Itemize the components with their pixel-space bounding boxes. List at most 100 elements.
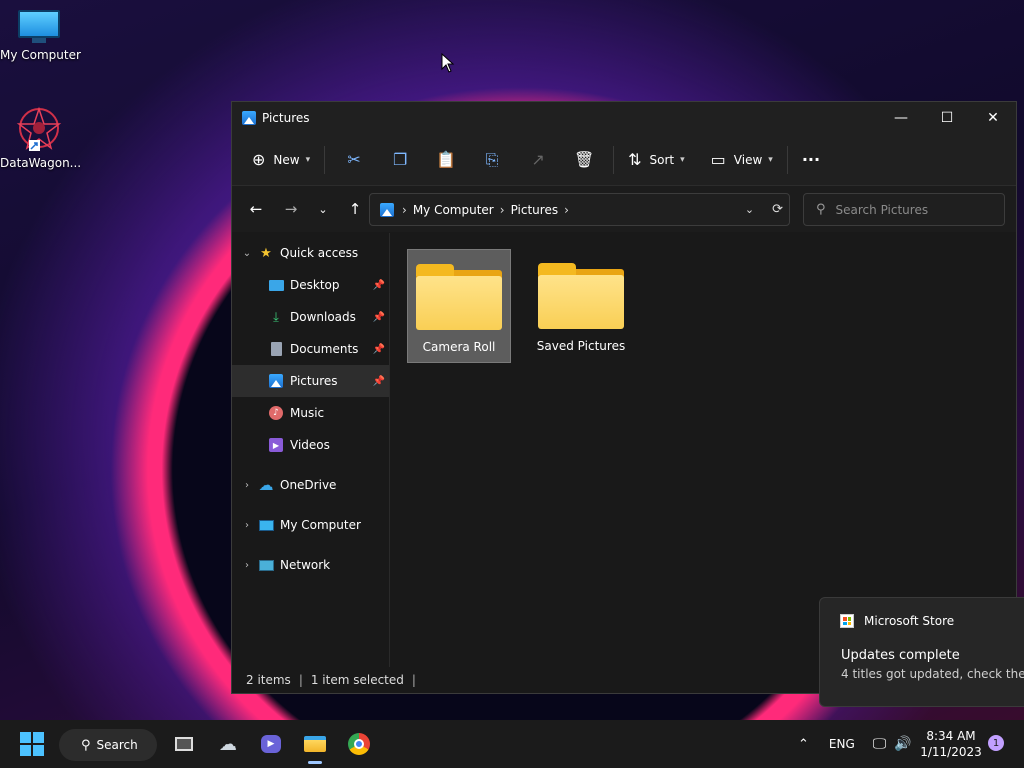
chevron-right-icon[interactable]: › [238, 520, 256, 531]
breadcrumb-pictures[interactable]: Pictures [511, 203, 559, 217]
maximize-button[interactable]: ☐ [924, 102, 970, 134]
chrome-taskbar-button[interactable] [343, 728, 375, 760]
pin-icon: 📌 [372, 375, 385, 387]
copy-button[interactable]: ❐ [377, 144, 423, 176]
sidebar-item-videos[interactable]: ▶ Videos [232, 429, 389, 461]
file-explorer-taskbar-button[interactable] [299, 728, 331, 764]
sidebar-item-quick-access[interactable]: ⌄ ★ Quick access [232, 237, 389, 269]
breadcrumb-separator: › [499, 202, 505, 217]
breadcrumb-separator: › [564, 202, 569, 217]
chevron-right-icon[interactable]: › [238, 560, 256, 571]
sidebar-item-desktop[interactable]: Desktop 📌 [232, 269, 389, 301]
sidebar-item-label: Desktop [290, 278, 340, 292]
folder-icon [304, 736, 326, 752]
window-title: Pictures [262, 111, 310, 125]
chevron-right-icon[interactable]: › [238, 480, 256, 491]
language-indicator[interactable]: ENG [829, 737, 855, 751]
taskbar-search-label: Search [96, 738, 138, 752]
toast-body: 4 titles got updated, check the [841, 667, 1024, 681]
paste-button[interactable]: 📋 [423, 144, 469, 176]
address-history-chevron-icon[interactable]: ⌄ [745, 203, 754, 216]
command-bar: ⊕ New ▾ ✂ ❐ 📋 ⎘ ↗ 🗑 ⇅ Sort ▾ ▭ View ▾ ··… [232, 134, 1016, 186]
new-label: New [273, 152, 300, 167]
pin-icon: 📌 [372, 343, 385, 355]
sidebar-item-label: Videos [290, 438, 330, 452]
rename-icon: ⎘ [485, 149, 499, 169]
star-icon: ★ [260, 245, 272, 261]
chevron-down-icon: ⌄ [318, 202, 328, 216]
navigation-bar: ← → ⌄ ↑ › My Computer › Pictures › ⌄ ⟳ ⚲… [232, 186, 1016, 232]
view-button[interactable]: ▭ View ▾ [703, 144, 781, 176]
chevron-down-icon: ▾ [768, 154, 773, 165]
title-bar[interactable]: Pictures — ☐ ✕ [232, 102, 1016, 134]
search-input[interactable]: ⚲ Search Pictures [803, 193, 1005, 226]
sidebar-item-documents[interactable]: Documents 📌 [232, 333, 389, 365]
sidebar-item-onedrive[interactable]: › ☁ OneDrive [232, 469, 389, 501]
clock[interactable]: 8:34 AM 1/11/2023 [916, 728, 986, 760]
new-button[interactable]: ⊕ New ▾ [244, 144, 318, 176]
sidebar-item-label: Documents [290, 342, 359, 356]
back-button[interactable]: ← [240, 193, 272, 225]
sort-button[interactable]: ⇅ Sort ▾ [620, 144, 693, 176]
toolbar-divider [324, 145, 326, 174]
volume-icon[interactable]: 🔊 [894, 736, 911, 752]
sidebar-item-pictures[interactable]: Pictures 📌 [232, 365, 389, 397]
chevron-down-icon[interactable]: ⌄ [238, 248, 256, 259]
close-button[interactable]: ✕ [970, 102, 1016, 134]
sidebar-item-label: Network [280, 558, 331, 572]
taskbar: ⚲ Search ☁ ▶ ⌃ ENG 🖵 🔊 8:34 AM 1/11/2023 [0, 720, 1024, 768]
desktop-icon-datawagon[interactable]: DataWagon... [0, 106, 82, 170]
arrow-up-icon: ↑ [348, 200, 362, 218]
pictures-icon [242, 111, 256, 125]
sidebar-item-my-computer[interactable]: › My Computer [232, 509, 389, 541]
refresh-icon[interactable]: ⟳ [772, 202, 783, 217]
folder-icon [538, 263, 624, 329]
desktop-icon-label: DataWagon... [0, 156, 82, 170]
datawagon-icon [16, 106, 62, 151]
folder-item-saved-pictures[interactable]: Saved Pictures [529, 249, 633, 363]
widgets-button[interactable]: ☁ [212, 728, 244, 760]
share-button[interactable]: ↗ [515, 144, 561, 176]
sidebar-item-downloads[interactable]: ⤓ Downloads 📌 [232, 301, 389, 333]
taskbar-search-button[interactable]: ⚲ Search [59, 729, 157, 761]
more-options-button[interactable]: ··· [794, 144, 828, 176]
search-icon: ⚲ [816, 202, 826, 217]
chat-button[interactable]: ▶ [255, 728, 287, 760]
folder-item-camera-roll[interactable]: Camera Roll [407, 249, 511, 363]
sidebar-item-music[interactable]: ♪ Music [232, 397, 389, 429]
start-button[interactable] [20, 732, 44, 756]
cloud-icon: ☁ [258, 476, 274, 494]
delete-button[interactable]: 🗑 [561, 144, 607, 176]
rename-button[interactable]: ⎘ [469, 144, 515, 176]
breadcrumb-my-computer[interactable]: My Computer [413, 203, 494, 217]
folder-label: Saved Pictures [536, 339, 626, 353]
plus-circle-icon: ⊕ [252, 150, 266, 169]
sidebar-item-network[interactable]: › Network [232, 549, 389, 581]
notification-toast[interactable]: Microsoft Store Updates complete 4 title… [819, 597, 1024, 707]
task-view-button[interactable] [168, 728, 200, 760]
sidebar-item-label: OneDrive [280, 478, 337, 492]
toolbar-divider [613, 145, 615, 174]
toolbar-divider [786, 145, 788, 174]
clock-date: 1/11/2023 [920, 745, 982, 759]
chat-icon: ▶ [261, 735, 281, 753]
sidebar-item-label: Pictures [290, 374, 338, 388]
breadcrumb-separator: › [402, 202, 407, 217]
sidebar-item-label: Downloads [290, 310, 356, 324]
up-button[interactable]: ↑ [339, 193, 371, 225]
address-bar[interactable]: › My Computer › Pictures › ⌄ ⟳ [369, 193, 790, 226]
selection-count: 1 item selected [310, 673, 404, 687]
cut-button[interactable]: ✂ [331, 144, 377, 176]
monitor-icon [18, 10, 60, 44]
chevron-down-icon: ▾ [680, 154, 685, 165]
notification-count-badge[interactable]: 1 [988, 735, 1004, 751]
recent-locations-button[interactable]: ⌄ [307, 193, 339, 225]
forward-button[interactable]: → [275, 193, 307, 225]
item-count: 2 items [246, 673, 291, 687]
minimize-button[interactable]: — [878, 102, 924, 134]
desktop-icon-my-computer[interactable]: My Computer [0, 10, 81, 62]
network-status-icon[interactable]: 🖵 [873, 736, 887, 752]
show-hidden-icons-chevron-icon[interactable]: ⌃ [798, 737, 809, 752]
monitor-icon [258, 517, 274, 533]
pictures-icon [268, 373, 284, 389]
